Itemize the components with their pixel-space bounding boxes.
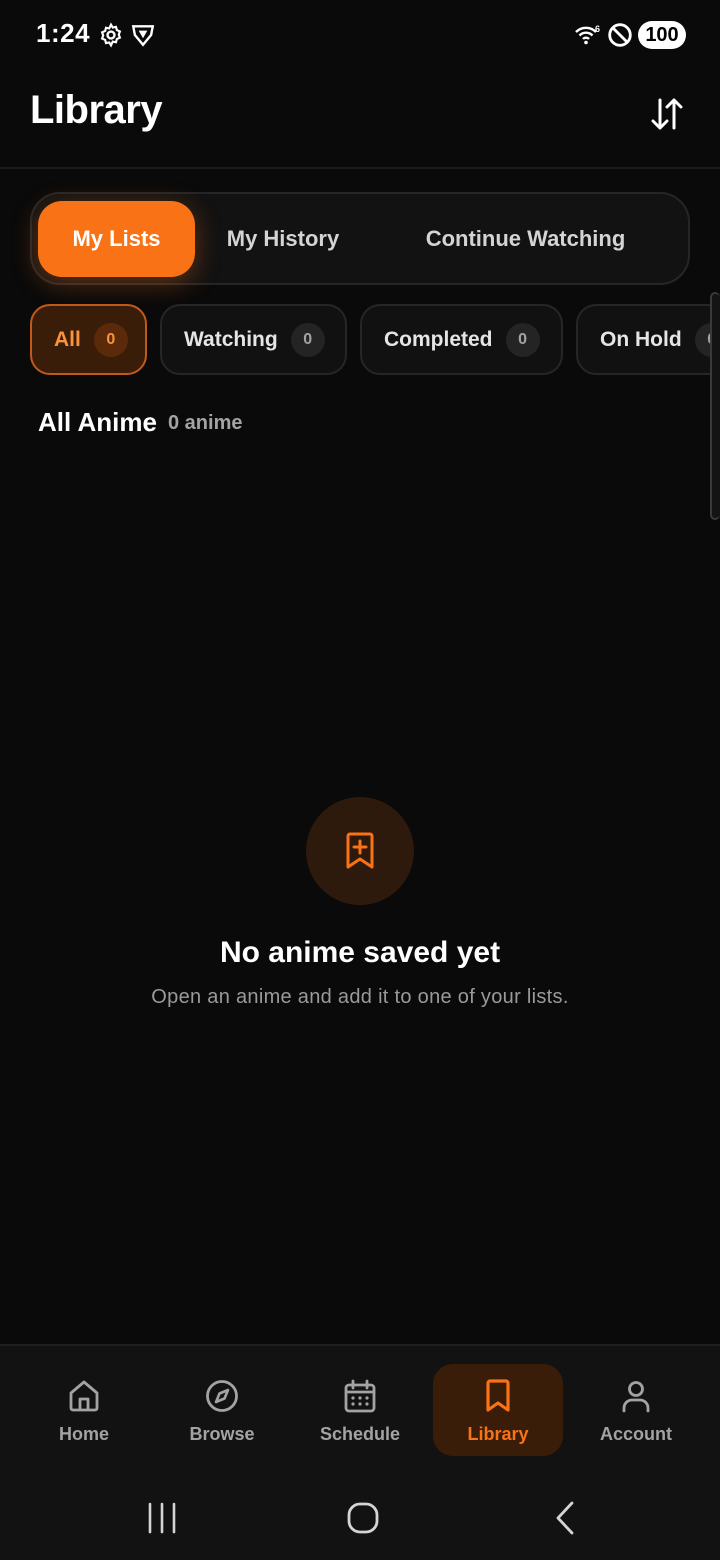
section-count: 0 anime (168, 412, 243, 434)
bookmark-plus-icon (346, 832, 374, 869)
chip-label: On Hold (600, 327, 682, 351)
chip-count: 0 (505, 322, 540, 357)
chip-count: 0 (93, 322, 128, 357)
settings-icon (100, 22, 122, 48)
sort-button[interactable] (644, 92, 690, 136)
vpn-shield-icon (131, 25, 155, 47)
battery-icon: 100 (638, 21, 686, 49)
nav-label: Account (600, 1424, 672, 1444)
nav-label: Schedule (319, 1424, 401, 1444)
nav-label: Home (58, 1424, 109, 1444)
chip-count: 0 (290, 322, 325, 357)
recent-apps-icon[interactable] (140, 1496, 184, 1540)
status-time: 1:24 (36, 18, 91, 48)
wifi-6-icon: 6 (575, 24, 600, 45)
chip-on-hold[interactable]: On Hold 0 (576, 304, 710, 375)
filter-chips: All 0 Watching 0 Completed 0 On Hold 0 (0, 304, 710, 376)
header-divider (0, 167, 720, 169)
chip-label: Watching (184, 327, 278, 351)
compass-icon (206, 1380, 238, 1412)
nav-label: Library (467, 1424, 529, 1444)
tab-my-lists[interactable]: My Lists (38, 201, 195, 277)
empty-state-title: No anime saved yet (219, 936, 501, 969)
calendar-icon (344, 1379, 376, 1413)
back-icon[interactable] (542, 1496, 586, 1540)
do-not-disturb-icon (608, 23, 632, 47)
page-title: Library (30, 88, 163, 132)
system-nav-bar (0, 1474, 720, 1560)
bookmark-icon (486, 1379, 510, 1412)
chip-completed[interactable]: Completed 0 (360, 304, 563, 375)
nav-library[interactable]: Library (433, 1364, 563, 1456)
nav-account[interactable]: Account (571, 1364, 701, 1456)
section-title: All Anime (38, 407, 157, 437)
status-bar: 1:24 6 100 (0, 0, 720, 70)
chip-label: All (54, 327, 81, 351)
chip-count: 0 (694, 322, 710, 357)
bottom-nav: Home Browse Schedule Library Account (0, 1344, 720, 1474)
home-icon (69, 1380, 99, 1412)
home-circle-icon[interactable] (341, 1496, 385, 1540)
svg-text:6: 6 (595, 24, 600, 34)
tab-my-history[interactable]: My History (208, 201, 358, 277)
scrollbar-thumb[interactable] (710, 292, 720, 520)
user-icon (622, 1381, 650, 1413)
empty-state-subtitle: Open an anime and add it to one of your … (151, 986, 569, 1008)
nav-schedule[interactable]: Schedule (295, 1364, 425, 1456)
empty-state-badge (306, 797, 414, 905)
nav-label: Browse (189, 1424, 255, 1444)
sort-arrows-icon (651, 98, 683, 130)
chip-label: Completed (384, 327, 493, 351)
tab-continue-watching[interactable]: Continue Watching (398, 201, 653, 277)
nav-browse[interactable]: Browse (157, 1364, 287, 1456)
nav-home[interactable]: Home (19, 1364, 149, 1456)
library-tabs: My Lists My History Continue Watching (30, 192, 690, 285)
chip-all[interactable]: All 0 (30, 304, 147, 375)
chip-watching[interactable]: Watching 0 (160, 304, 347, 375)
